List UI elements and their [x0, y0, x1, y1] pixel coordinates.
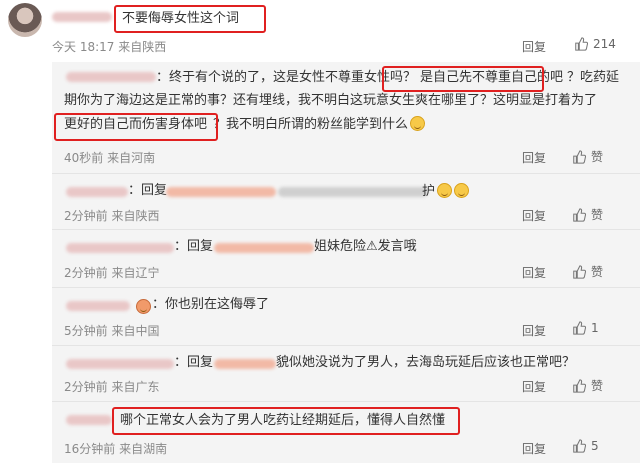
- list-item: ：终于有个说的了，这是女性不尊重女性吗？ 是自己先不尊重自己的吧 ？吃药延 期你为了…: [52, 62, 640, 174]
- like-button[interactable]: 赞: [572, 377, 603, 394]
- reply-meta: 40秒前 来自河南: [64, 151, 156, 165]
- like-button[interactable]: 214: [574, 37, 616, 51]
- like-button[interactable]: 5: [572, 439, 599, 453]
- reply-button[interactable]: 回复: [522, 264, 546, 281]
- like-count: 1: [591, 321, 599, 335]
- list-item: ：你也别在这侮辱了 5分钟前 来自中国 回复 1: [52, 288, 640, 346]
- reply-text: ：你也别在这侮辱了: [152, 297, 270, 312]
- comment-meta: 今天 18:17 来自陕西: [52, 40, 167, 54]
- list-item: 哪个正常女人会为了男人吃药让经期延后，懂得人自然懂 16分钟前 来自湖南 回复 …: [52, 402, 640, 463]
- mention-blurred[interactable]: [214, 243, 314, 253]
- like-label: 赞: [591, 379, 604, 393]
- list-item: ：回复 护 2分钟前 来自陕西 回复 赞: [52, 174, 640, 230]
- reply-meta: 2分钟前 来自陕西: [64, 209, 160, 223]
- reply-prefix: ：回复: [174, 239, 214, 254]
- reply-button[interactable]: 回复: [522, 38, 546, 55]
- reply-text: 貌似她没说为了男人，去海岛玩延后应该也正常吧？: [276, 355, 576, 370]
- laughing-emoji-icon: [437, 183, 453, 198]
- reply-prefix: ：回复: [174, 355, 214, 370]
- text-blurred: [278, 187, 428, 197]
- like-count: 5: [591, 439, 599, 453]
- username-blurred[interactable]: [52, 12, 112, 22]
- avatar[interactable]: [8, 3, 42, 37]
- like-button[interactable]: 赞: [572, 263, 603, 280]
- username-blurred[interactable]: [66, 301, 130, 311]
- list-item: ：回复 貌似她没说为了男人，去海岛玩延后应该也正常吧？ 2分钟前 来自广东 回复…: [52, 346, 640, 402]
- thumbs-up-icon: [572, 265, 586, 279]
- like-label: 赞: [591, 208, 604, 222]
- mention-blurred[interactable]: [214, 359, 276, 369]
- main-comment: 不要侮辱女性这个词 今天 18:17 来自陕西 回复 214: [0, 0, 640, 58]
- highlight-box: [54, 113, 218, 141]
- thumbs-up-icon: [572, 379, 586, 393]
- username-blurred[interactable]: [66, 187, 128, 197]
- reply-text: 护: [422, 183, 470, 200]
- reply-button[interactable]: 回复: [522, 207, 546, 224]
- username-blurred[interactable]: [66, 243, 174, 253]
- reply-button[interactable]: 回复: [522, 440, 546, 457]
- reply-button[interactable]: 回复: [522, 149, 546, 166]
- thumbs-up-icon: [572, 208, 586, 222]
- comment-text: 不要侮辱女性这个词: [122, 11, 240, 26]
- replies-panel: ：终于有个说的了，这是女性不尊重女性吗？ 是自己先不尊重自己的吧 ？吃药延 期你为了…: [52, 62, 640, 463]
- username-blurred[interactable]: [66, 359, 174, 369]
- like-button[interactable]: 赞: [572, 148, 603, 165]
- reply-button[interactable]: 回复: [522, 378, 546, 395]
- reply-meta: 16分钟前 来自湖南: [64, 442, 168, 456]
- reply-meta: 2分钟前 来自广东: [64, 380, 160, 394]
- highlight-box: [382, 66, 544, 92]
- like-button[interactable]: 赞: [572, 206, 603, 223]
- reply-text: 姐妹危险⚠发言哦: [314, 239, 417, 254]
- sticker-icon: [136, 299, 151, 314]
- like-button[interactable]: 1: [572, 321, 599, 335]
- like-count: 214: [593, 37, 616, 51]
- like-label: 赞: [591, 150, 604, 164]
- mention-blurred[interactable]: [166, 187, 276, 197]
- reply-meta: 2分钟前 来自辽宁: [64, 266, 160, 280]
- thumbs-up-icon: [572, 150, 586, 164]
- username-blurred[interactable]: [66, 415, 112, 425]
- reply-text: 哪个正常女人会为了男人吃药让经期延后，懂得人自然懂: [120, 413, 446, 428]
- thumbs-up-icon: [574, 37, 588, 51]
- reply-line-2: 期你为了海边这是正常的事？还有埋线，我不明白这玩意女生爽在哪里了？这明显是打着为…: [64, 93, 598, 108]
- username-blurred[interactable]: [66, 72, 156, 82]
- reply-prefix: ：回复: [128, 183, 168, 198]
- list-item: ：回复 姐妹危险⚠发言哦 2分钟前 来自辽宁 回复 赞: [52, 230, 640, 288]
- reply-button[interactable]: 回复: [522, 322, 546, 339]
- smile-emoji-icon: [410, 116, 426, 131]
- reply-meta: 5分钟前 来自中国: [64, 324, 160, 338]
- thumbs-up-icon: [572, 439, 586, 453]
- thumbs-up-icon: [572, 321, 586, 335]
- laughing-emoji-icon: [454, 183, 470, 198]
- like-label: 赞: [591, 265, 604, 279]
